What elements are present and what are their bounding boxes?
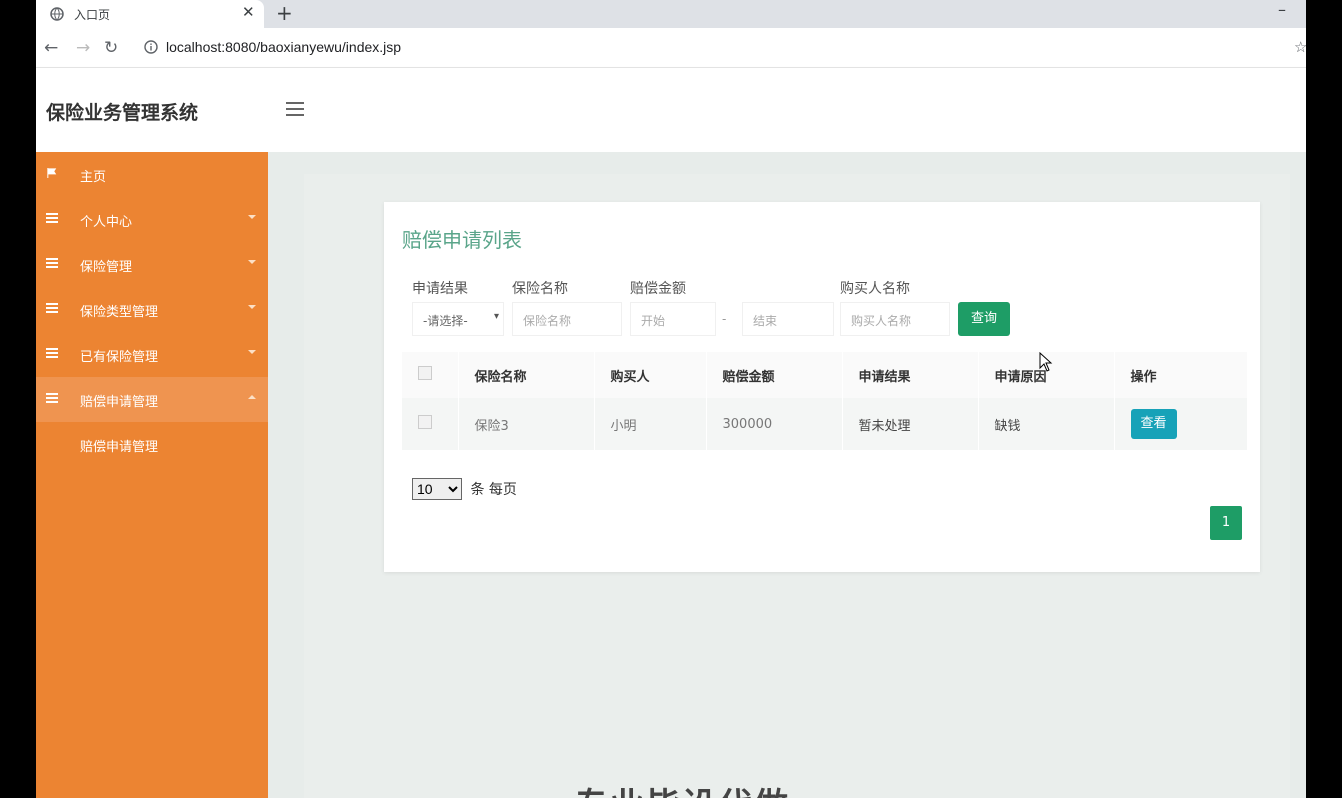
amount-start-input[interactable]: 开始 [630, 302, 716, 336]
row-checkbox[interactable] [418, 415, 432, 429]
sidebar-item-claims[interactable]: 赔偿申请管理 [36, 377, 268, 422]
list-icon [46, 393, 58, 403]
sidebar-subitem-claims-manage[interactable]: 赔偿申请管理 [80, 436, 158, 455]
table-header-row: 保险名称 购买人 赔偿金额 申请结果 申请原因 操作 [402, 352, 1248, 398]
chevron-down-icon: ▾ [493, 311, 499, 322]
result-select[interactable]: -请选择- ▾ [412, 302, 504, 336]
list-icon [46, 258, 58, 268]
pagination-page-1[interactable]: 1 [1210, 506, 1242, 540]
bookmark-star-icon[interactable]: ☆ [1294, 38, 1306, 56]
column-header: 操作 [1114, 352, 1248, 398]
info-icon[interactable] [144, 40, 158, 54]
sidebar-item-home[interactable]: 主页 [36, 152, 268, 197]
sidebar-item-profile[interactable]: 个人中心 [36, 197, 268, 242]
result-select-value: -请选择- [423, 314, 468, 328]
select-all-checkbox[interactable] [418, 366, 432, 380]
tab-strip: 入口页 ✕ + – [36, 0, 1306, 28]
cell-reason: 缺钱 [978, 398, 1115, 450]
insurance-name-input[interactable]: 保险名称 [512, 302, 622, 336]
column-header: 保险名称 [458, 352, 595, 398]
tab-title: 入口页 [74, 8, 111, 22]
page-size-control: 10 条 每页 [412, 478, 517, 500]
back-icon[interactable]: ← [44, 38, 58, 58]
sidebar: 主页 个人中心 保险管理 保险类型管理 已有保险管理 赔偿申请管理 赔偿申请管理 [36, 152, 268, 798]
chevron-up-icon [248, 395, 256, 399]
globe-icon [50, 7, 64, 21]
browser-window: 入口页 ✕ + – ← → ↻ localhost:8080/baoxianye… [36, 0, 1306, 798]
column-header: 购买人 [594, 352, 707, 398]
list-icon [46, 213, 58, 223]
flag-icon [47, 168, 57, 178]
sidebar-item-label: 主页 [80, 170, 107, 185]
address-bar-row: ← → ↻ localhost:8080/baoxianyewu/index.j… [36, 28, 1306, 68]
reload-icon[interactable]: ↻ [104, 38, 118, 58]
cell-action: 查看 [1114, 398, 1248, 450]
sidebar-item-label: 保险类型管理 [80, 305, 159, 320]
forward-icon[interactable]: → [76, 38, 90, 58]
card-title: 赔偿申请列表 [402, 228, 522, 252]
new-tab-icon[interactable]: + [276, 1, 293, 25]
select-all-header [402, 352, 459, 398]
result-filter-label: 申请结果 [412, 281, 468, 297]
sidebar-item-label: 赔偿申请管理 [80, 395, 159, 410]
chevron-down-icon [248, 305, 256, 309]
amount-filter-label: 赔偿金额 [630, 281, 686, 297]
minimize-icon[interactable]: – [1278, 0, 1286, 19]
row-select-cell [402, 398, 459, 450]
table-row: 保险3 小明 300000 暂未处理 缺钱 查看 [402, 398, 1248, 450]
brand-title: 保险业务管理系统 [46, 102, 199, 124]
footer-heading: 专业毕设代做 [574, 778, 790, 798]
cell-result: 暂未处理 [842, 398, 979, 450]
cell-amount: 300000 [706, 398, 843, 450]
sidebar-item-owned-insurance[interactable]: 已有保险管理 [36, 332, 268, 377]
buyer-name-input[interactable]: 购买人名称 [840, 302, 950, 336]
app-header: 保险业务管理系统 [36, 68, 1306, 152]
sidebar-item-insurance-type[interactable]: 保险类型管理 [36, 287, 268, 332]
page-size-suffix: 条 每页 [470, 482, 517, 498]
url-field[interactable]: localhost:8080/baoxianyewu/index.jsp [166, 39, 401, 55]
range-dash: - [722, 312, 727, 326]
mouse-cursor-icon [1039, 352, 1053, 372]
claims-table: 保险名称 购买人 赔偿金额 申请结果 申请原因 操作 保险3 小明 300000 [402, 352, 1248, 450]
list-icon [46, 303, 58, 313]
sidebar-item-insurance[interactable]: 保险管理 [36, 242, 268, 287]
amount-end-input[interactable]: 结束 [742, 302, 834, 336]
cell-buyer: 小明 [594, 398, 707, 450]
main-content: 赔偿申请列表 申请结果 -请选择- ▾ 保险名称 保险名称 赔偿金额 开始 - … [268, 152, 1306, 798]
page-size-select[interactable]: 10 [412, 478, 462, 500]
column-header: 赔偿金额 [706, 352, 843, 398]
close-tab-icon[interactable]: ✕ [242, 3, 255, 21]
view-button[interactable]: 查看 [1130, 409, 1177, 439]
chevron-down-icon [248, 215, 256, 219]
list-icon [46, 348, 58, 358]
column-header: 申请结果 [842, 352, 979, 398]
name-filter-label: 保险名称 [512, 281, 568, 297]
browser-tab[interactable]: 入口页 ✕ [36, 0, 264, 28]
menu-toggle-icon[interactable] [286, 102, 304, 116]
sidebar-item-label: 已有保险管理 [80, 350, 159, 365]
buyer-filter-label: 购买人名称 [840, 281, 910, 297]
cell-insurance-name: 保险3 [458, 398, 595, 450]
sidebar-item-label: 保险管理 [80, 260, 133, 275]
chevron-down-icon [248, 350, 256, 354]
claims-list-card: 赔偿申请列表 申请结果 -请选择- ▾ 保险名称 保险名称 赔偿金额 开始 - … [384, 202, 1260, 572]
query-button[interactable]: 查询 [958, 302, 1010, 336]
chevron-down-icon [248, 260, 256, 264]
sidebar-item-label: 个人中心 [80, 215, 133, 230]
